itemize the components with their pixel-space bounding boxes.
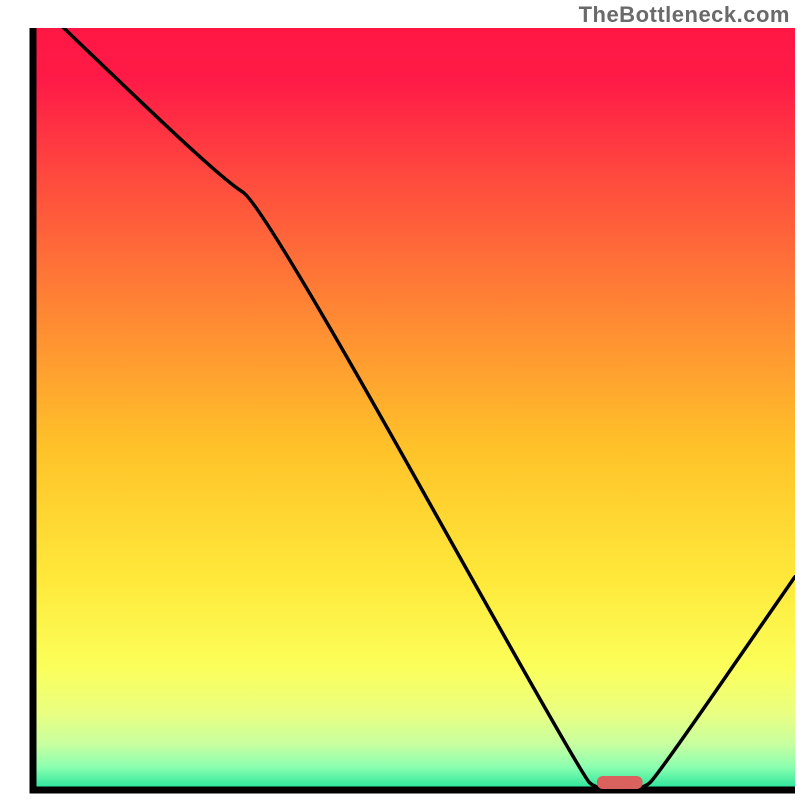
bottleneck-chart (0, 0, 800, 800)
optimal-range-marker (597, 776, 643, 789)
chart-container: TheBottleneck.com (0, 0, 800, 800)
gradient-background (33, 28, 795, 790)
